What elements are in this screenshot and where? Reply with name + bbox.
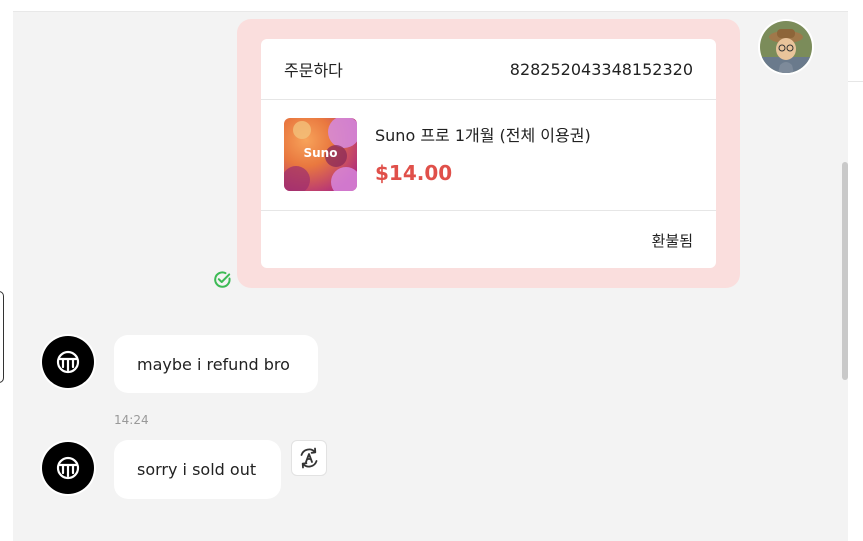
product-image: Suno <box>284 118 357 191</box>
message-timestamp: 14:24 <box>114 413 149 427</box>
order-message: 주문하다 828252043348152320 Suno Suno 프로 1개월… <box>237 19 740 288</box>
translate-icon <box>300 447 318 469</box>
message-text: maybe i refund bro <box>137 354 290 374</box>
order-product: Suno Suno 프로 1개월 (전체 이용권) $14.00 <box>261 100 716 211</box>
bot-logo-icon <box>56 456 80 480</box>
scrollbar-thumb[interactable] <box>842 162 848 380</box>
user-avatar[interactable] <box>760 21 812 73</box>
left-edge-panel[interactable] <box>0 291 4 383</box>
order-number: 828252043348152320 <box>509 59 693 79</box>
order-footer: 환불됨 <box>261 211 716 269</box>
message-bubble: sorry i sold out <box>114 440 281 499</box>
chat-window: 주문하다 828252043348152320 Suno Suno 프로 1개월… <box>0 0 863 541</box>
order-header-label: 주문하다 <box>284 61 343 80</box>
product-image-label: Suno <box>303 146 338 160</box>
side-panel-divider <box>848 81 863 82</box>
order-status: 환불됨 <box>651 231 693 250</box>
message-text: sorry i sold out <box>137 460 257 479</box>
bot-logo-icon <box>56 350 80 374</box>
product-title: Suno 프로 1개월 (전체 이용권) <box>375 126 591 145</box>
bot-avatar[interactable] <box>42 442 94 494</box>
bot-avatar[interactable] <box>42 336 94 388</box>
message-bubble: maybe i refund bro <box>114 335 318 393</box>
order-header: 주문하다 828252043348152320 <box>261 39 716 100</box>
order-card[interactable]: 주문하다 828252043348152320 Suno Suno 프로 1개월… <box>261 39 716 268</box>
check-circle-icon <box>213 270 232 289</box>
product-price: $14.00 <box>375 161 453 185</box>
translate-button[interactable] <box>291 440 327 476</box>
